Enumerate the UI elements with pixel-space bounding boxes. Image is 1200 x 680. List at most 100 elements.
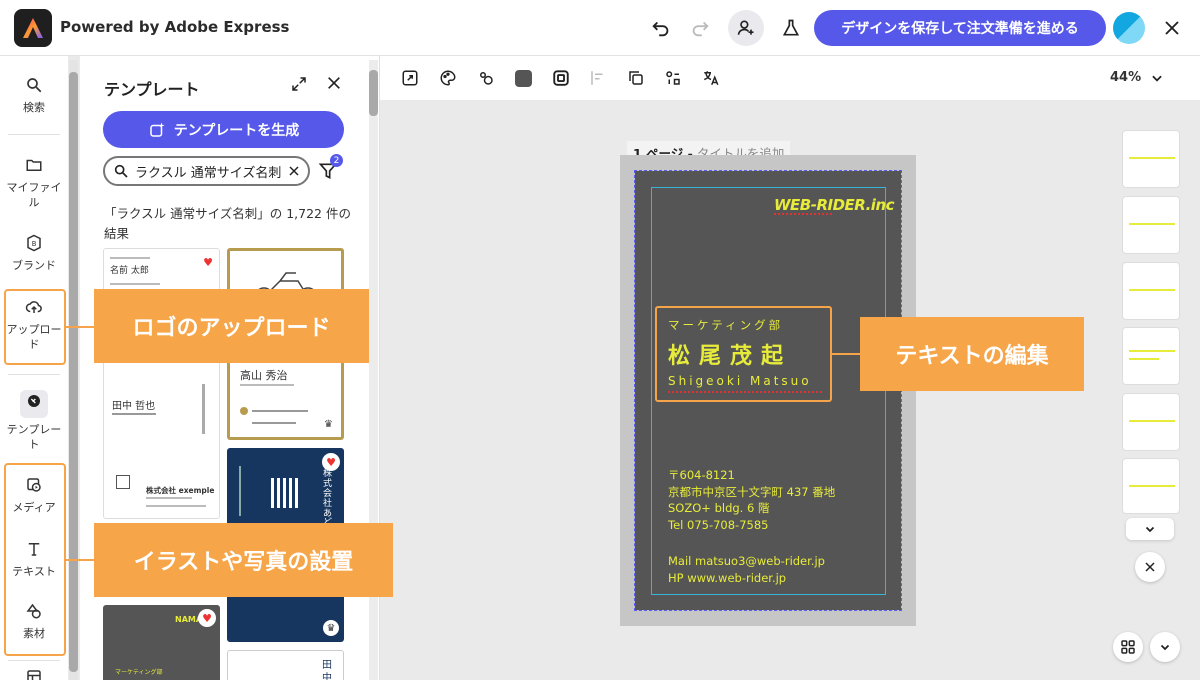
adobe-express-logo-icon [14,9,52,47]
rail-item-text[interactable]: テキスト [0,540,68,579]
close-icon[interactable] [326,75,342,95]
expand-icon[interactable] [290,75,308,97]
template-thumbnail[interactable]: 田中 [227,650,344,680]
rail-label: アップロード [6,323,62,352]
card-contact-line: HP www.web-rider.jp [668,570,787,585]
invite-user-icon[interactable] [728,10,764,46]
shape-animate-icon[interactable] [476,68,496,88]
card-contact-line: Mail matsuo3@web-rider.jp [668,554,825,568]
template-text: 田中 哲也 [112,401,156,412]
crown-icon: ♛ [324,419,333,430]
rail-label: メディア [12,501,56,514]
rail-divider [8,134,60,135]
app-title: Powered by Adobe Express [60,18,290,36]
rail-label: 素材 [23,627,45,640]
close-icon[interactable] [1158,14,1186,42]
save-design-button[interactable]: デザインを保存して注文準備を進める [814,10,1106,46]
crown-icon: ♛ [323,620,339,636]
favorite-heart-icon[interactable]: ♥ [322,453,340,471]
chevron-down-icon [1145,526,1155,533]
qr-replace-icon[interactable] [663,68,683,88]
palette-icon[interactable] [438,68,458,88]
favorite-heart-icon[interactable]: ♥ [199,253,217,271]
svg-text:B: B [32,240,37,248]
spellcheck-underline [668,391,822,393]
zoom-level[interactable]: 44% [1110,70,1141,85]
card-name-en[interactable]: Shigeoki Matsuo [668,374,812,388]
search-value: ラクスル 通常サイズ名刺 [135,165,282,181]
rail-label: 検索 [23,101,45,114]
generate-template-button[interactable]: テンプレートを生成 [103,111,344,148]
rail-item-layout[interactable] [0,668,68,680]
card-name-jp[interactable]: 松尾茂起 [668,338,792,370]
favorite-heart-icon[interactable]: ♥ [198,609,216,627]
page-thumbnail[interactable] [1122,130,1180,188]
rail-item-brand[interactable]: B ブランド [0,234,68,273]
callout-connector [66,559,96,561]
brand-icon: B [27,234,41,252]
redo-icon[interactable] [686,14,714,42]
rail-divider [8,374,60,375]
generate-label: テンプレートを生成 [173,121,300,138]
duplicate-icon[interactable] [626,68,646,88]
avatar[interactable] [1113,12,1145,44]
rail-item-media[interactable]: メディア [0,476,68,515]
card-contact[interactable]: Mail matsuo3@web-rider.jp HP www.web-rid… [668,553,825,586]
template-search-input[interactable]: ラクスル 通常サイズ名刺 [103,156,310,186]
page-thumbnail[interactable] [1122,327,1180,385]
search-result-count: 「ラクスル 通常サイズ名刺」の 1,722 件の結果 [104,206,351,241]
flask-icon[interactable] [777,14,805,42]
panel-title: テンプレート [104,80,200,99]
translate-icon[interactable] [701,68,721,88]
left-rail: 検索 マイファイル B ブランド アップロード テンプレート メディア テキスト… [0,56,68,680]
pages-menu-button[interactable] [1150,632,1180,662]
rail-item-upload[interactable]: アップロード [0,298,68,353]
chevron-down-icon[interactable] [1150,70,1164,89]
shapes-icon [26,603,41,619]
upload-cloud-icon [25,301,42,313]
rail-item-templates[interactable]: テンプレート [0,390,68,453]
grid-icon [1121,640,1135,654]
chevron-down-icon [1160,644,1170,651]
rail-item-search[interactable]: 検索 [0,76,68,115]
page-thumbnail[interactable] [1122,196,1180,254]
page-thumbnail[interactable] [1122,262,1180,320]
templates-icon [20,390,48,418]
card-department[interactable]: マーケティング部 [668,317,783,333]
card-address[interactable]: 〒604-8121 京都市中京区十文字町 437 番地 SOZO+ bldg. … [668,467,835,534]
card-address-line: 〒604-8121 [668,468,735,482]
spellcheck-underline [774,213,832,215]
clear-icon[interactable] [288,165,300,177]
sparkle-icon [149,122,165,137]
template-text: マーケティング部 [115,669,163,676]
border-icon[interactable] [551,68,571,88]
page-scroll-down-button[interactable] [1126,518,1174,540]
card-address-line: SOZO+ bldg. 6 階 [668,501,770,516]
callout-connector [832,353,862,355]
rail-item-my-files[interactable]: マイファイル [0,156,68,211]
page-thumbnail[interactable] [1122,458,1180,514]
callout-illustration: イラストや写真の設置 [94,523,393,597]
page-thumbnail[interactable] [1122,393,1180,451]
template-text: 名前 太郎 [110,266,149,276]
card-brand-logo[interactable]: WEB-RIDER.inc [774,196,895,214]
scrollbar-thumb[interactable] [69,72,78,672]
close-pages-button[interactable] [1135,552,1165,582]
rail-label: マイファイル [6,181,62,210]
card-address-line: Tel 075-708-7585 [668,518,769,533]
canvas-toolbar [380,56,1200,100]
grid-view-button[interactable] [1113,632,1143,662]
rail-scrollbar[interactable] [69,60,78,680]
text-icon [28,543,40,556]
rail-item-elements[interactable]: 素材 [0,602,68,641]
callout-text-edit: テキストの編集 [860,317,1084,391]
undo-icon[interactable] [647,14,675,42]
top-bar: Powered by Adobe Express デザインを保存して注文準備を進… [0,0,1200,56]
align-icon[interactable] [588,68,608,88]
filter-count-badge: 2 [330,154,343,167]
fill-color-icon[interactable] [513,68,533,88]
template-thumbnail[interactable]: NAMAE マーケティング部 ♥ [103,605,220,680]
resize-icon[interactable] [400,68,420,88]
template-text: 高山 秀治 [240,369,288,382]
scrollbar-thumb[interactable] [369,70,378,116]
